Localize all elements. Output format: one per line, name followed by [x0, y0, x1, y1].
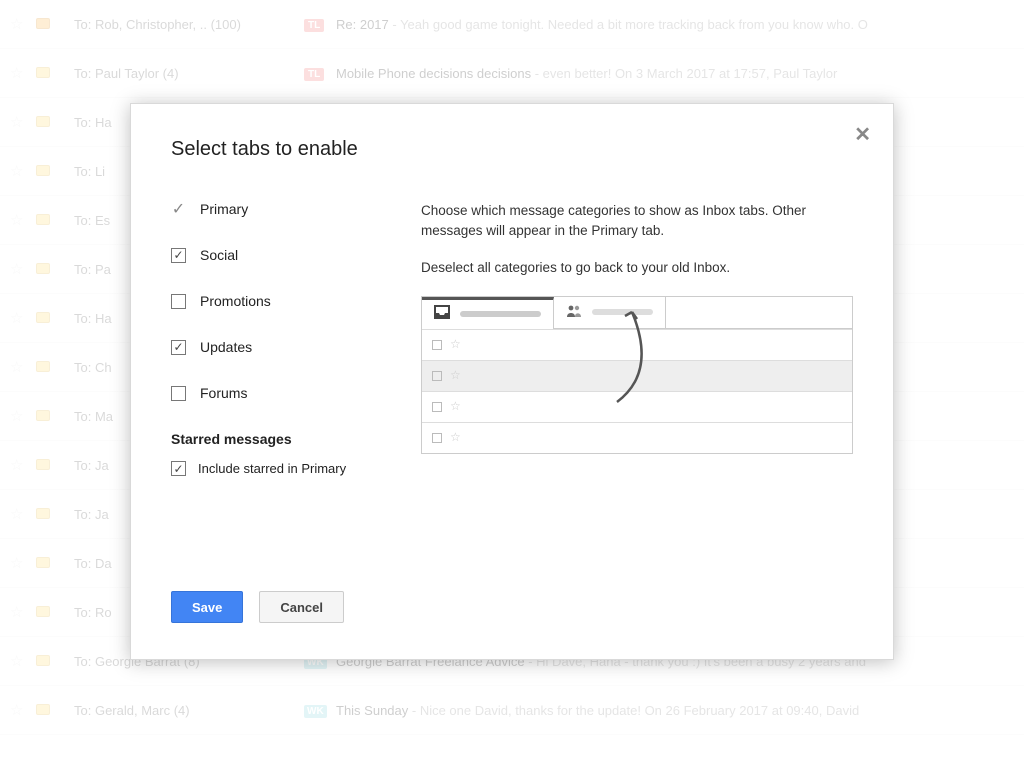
- category-promotions[interactable]: Promotions: [171, 293, 371, 309]
- category-label: Updates: [200, 339, 252, 355]
- checkbox[interactable]: ✓: [171, 340, 186, 355]
- category-label: Forums: [200, 385, 247, 401]
- inbox-icon: [434, 304, 450, 324]
- preview-message-row: ☆: [422, 329, 852, 360]
- checkbox[interactable]: ✓: [171, 248, 186, 263]
- category-label: Primary: [200, 201, 248, 217]
- starred-section-heading: Starred messages: [171, 431, 371, 447]
- cancel-button[interactable]: Cancel: [259, 591, 344, 623]
- category-forums[interactable]: Forums: [171, 385, 371, 401]
- checkbox[interactable]: ✓: [171, 461, 186, 476]
- checkbox[interactable]: [171, 294, 186, 309]
- category-updates[interactable]: ✓ Updates: [171, 339, 371, 355]
- category-label: Promotions: [200, 293, 271, 309]
- preview-message-row: ☆: [422, 422, 852, 453]
- preview-message-row: ☆: [422, 391, 852, 422]
- preview-tab-primary: [422, 297, 554, 329]
- save-button[interactable]: Save: [171, 591, 243, 623]
- people-icon: [566, 302, 582, 322]
- starred-label: Include starred in Primary: [198, 461, 346, 476]
- inbox-preview: ☆ ☆ ☆ ☆: [421, 296, 853, 454]
- checkbox[interactable]: [171, 386, 186, 401]
- close-icon[interactable]: ✕: [854, 122, 871, 147]
- dialog-title: Select tabs to enable: [171, 138, 853, 161]
- preview-tab-social: [554, 297, 666, 329]
- dialog-desc-2: Deselect all categories to go back to yo…: [421, 258, 853, 278]
- category-list: ✓ Primary ✓ Social Promotions ✓ Updates Forums S…: [171, 201, 371, 476]
- checkbox: ✓: [171, 202, 186, 217]
- dialog-description: Choose which message categories to show …: [421, 201, 853, 476]
- category-primary: ✓ Primary: [171, 201, 371, 217]
- include-starred-toggle[interactable]: ✓ Include starred in Primary: [171, 461, 371, 476]
- category-social[interactable]: ✓ Social: [171, 247, 371, 263]
- category-label: Social: [200, 247, 238, 263]
- preview-message-row: ☆: [422, 360, 852, 391]
- select-tabs-dialog: ✕ Select tabs to enable ✓ Primary ✓ Social P…: [130, 103, 894, 660]
- dialog-desc-1: Choose which message categories to show …: [421, 201, 853, 240]
